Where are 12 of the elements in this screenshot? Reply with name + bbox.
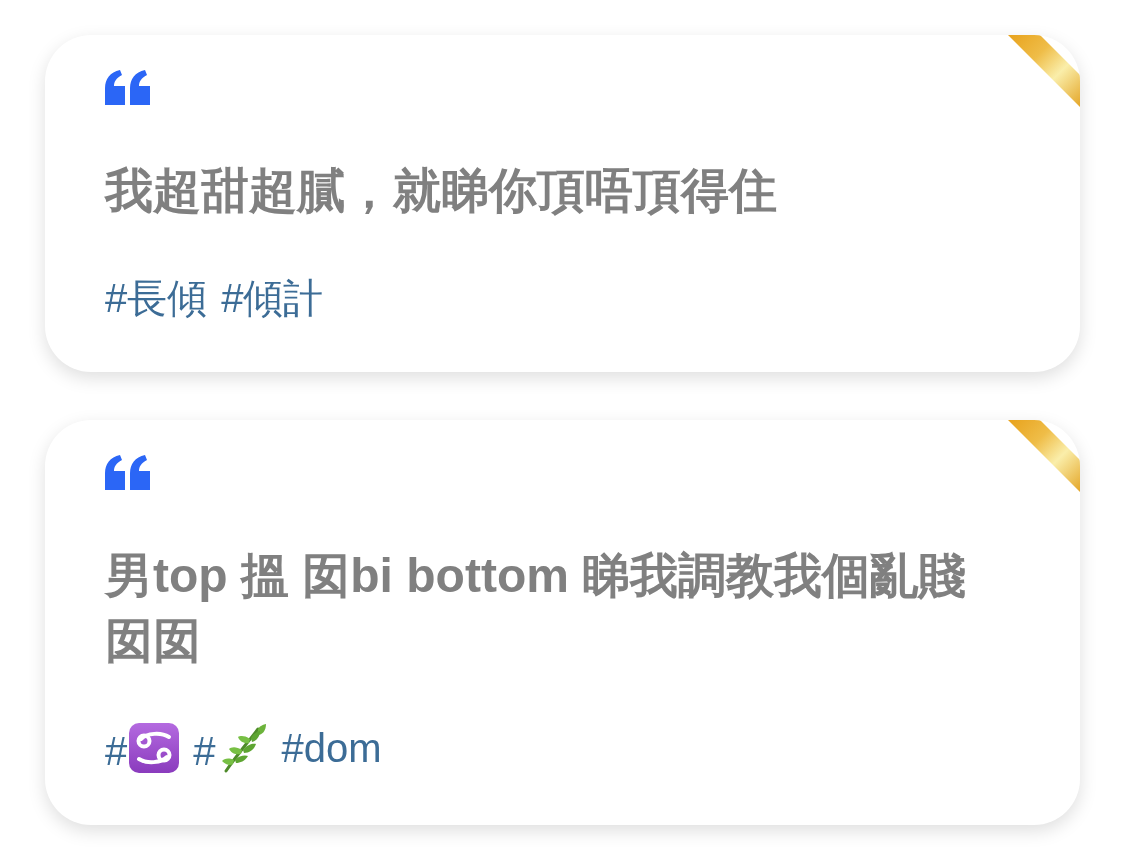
quote-icon <box>105 70 150 105</box>
hashtag-link[interactable]: #長傾 <box>105 273 208 323</box>
hashtag-link[interactable]: #傾計 <box>221 273 324 323</box>
quote-icon <box>105 455 150 490</box>
corner-ribbon <box>1008 420 1080 492</box>
post-text: 男top 搵 囡bi bottom 睇我調教我個亂賤囡囡 <box>105 548 968 669</box>
cancer-sign-icon <box>129 723 180 773</box>
hashtag-link[interactable]: #dom <box>281 723 382 776</box>
corner-ribbon <box>1008 35 1080 107</box>
post-text: 我超甜超膩，就睇你頂唔頂得住 <box>105 163 778 219</box>
hashtag-link[interactable]: # <box>105 723 180 776</box>
hashtag-link[interactable]: # <box>193 723 268 776</box>
